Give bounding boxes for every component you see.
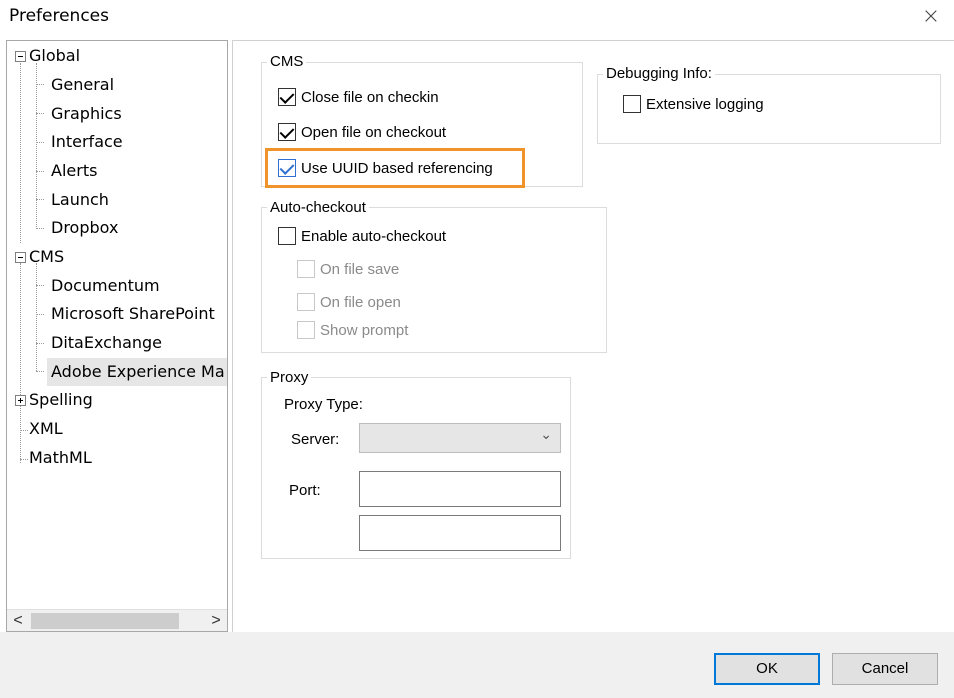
show-prompt-label: Show prompt <box>320 321 409 339</box>
title-bar: Preferences × <box>0 0 954 36</box>
uuid-referencing-option[interactable]: Use UUID based referencing <box>278 157 493 179</box>
close-icon[interactable]: × <box>920 6 942 28</box>
port-label: Port: <box>289 482 321 499</box>
tree-connector <box>36 171 44 172</box>
tree-connector <box>36 343 44 344</box>
dialog-button-bar: OK Cancel <box>0 632 954 698</box>
tree-connector <box>36 84 44 85</box>
tree-connector <box>36 285 44 286</box>
tree-item-alerts[interactable]: Alerts <box>51 157 97 185</box>
uuid-referencing-label: Use UUID based referencing <box>301 159 493 177</box>
uuid-referencing-checkbox[interactable] <box>278 159 296 177</box>
tree-item-mathml[interactable]: MathML <box>29 444 92 472</box>
open-on-checkout-checkbox[interactable] <box>278 123 296 141</box>
proxy-extra-input[interactable] <box>359 515 561 551</box>
extensive-logging-label: Extensive logging <box>646 95 764 113</box>
tree-item-sharepoint[interactable]: Microsoft SharePoint <box>51 300 215 328</box>
debug-group-title: Debugging Info: <box>603 65 715 82</box>
port-input[interactable] <box>359 471 561 507</box>
tree-item-adobe-experience-manager[interactable]: Adobe Experience Ma <box>47 358 227 386</box>
tree-item-general[interactable]: General <box>51 71 114 99</box>
horizontal-scrollbar[interactable]: < > <box>7 609 227 631</box>
open-on-checkout-option[interactable]: Open file on checkout <box>278 121 446 143</box>
show-prompt-checkbox[interactable] <box>297 321 315 339</box>
expand-icon[interactable] <box>15 395 26 406</box>
tree-connector <box>36 199 44 200</box>
tree-item-dropbox[interactable]: Dropbox <box>51 214 118 242</box>
tree-connector <box>36 63 37 229</box>
show-prompt-option[interactable]: Show prompt <box>297 319 408 341</box>
on-file-open-label: On file open <box>320 293 401 311</box>
enable-autocheckout-checkbox[interactable] <box>278 227 296 245</box>
server-label: Server: <box>291 431 340 448</box>
tree-item-xml[interactable]: XML <box>29 415 63 443</box>
tree-connector <box>36 228 44 229</box>
tree-connector <box>36 371 44 372</box>
tree-item-cms[interactable]: CMS <box>29 243 64 271</box>
extensive-logging-checkbox[interactable] <box>623 95 641 113</box>
tree-connector <box>36 263 37 371</box>
tree-item-ditaexchange[interactable]: DitaExchange <box>51 329 162 357</box>
settings-panel: CMS Close file on checkin Open file on c… <box>232 40 954 632</box>
on-file-save-checkbox[interactable] <box>297 260 315 278</box>
enable-autocheckout-option[interactable]: Enable auto-checkout <box>278 225 446 247</box>
tree-connector <box>36 142 44 143</box>
tree-connector <box>20 263 21 463</box>
scrollbar-thumb[interactable] <box>31 613 179 629</box>
tree-item-graphics[interactable]: Graphics <box>51 100 122 128</box>
tree-item-global[interactable]: Global <box>29 42 80 70</box>
server-select[interactable]: ⌄ <box>359 423 561 453</box>
cms-group-title: CMS <box>267 53 307 70</box>
tree-item-documentum[interactable]: Documentum <box>51 272 160 300</box>
chevron-down-icon: ⌄ <box>540 426 552 442</box>
close-on-checkin-option[interactable]: Close file on checkin <box>278 86 439 108</box>
scroll-right-icon[interactable]: > <box>205 610 227 631</box>
extensive-logging-option[interactable]: Extensive logging <box>623 93 764 115</box>
on-file-save-option[interactable]: On file save <box>297 258 399 280</box>
tree-item-interface[interactable]: Interface <box>51 128 123 156</box>
open-on-checkout-label: Open file on checkout <box>301 123 447 141</box>
cancel-button[interactable]: Cancel <box>832 653 938 685</box>
tree-connector <box>36 113 44 114</box>
tree-connector <box>20 430 28 431</box>
proxy-group-title: Proxy <box>267 369 312 386</box>
on-file-open-checkbox[interactable] <box>297 293 315 311</box>
on-file-save-label: On file save <box>320 260 400 278</box>
proxy-type-label: Proxy Type: <box>284 396 363 413</box>
tree-connector <box>20 459 28 460</box>
tree-connector <box>36 314 44 315</box>
scroll-left-icon[interactable]: < <box>7 610 29 631</box>
collapse-icon[interactable] <box>15 252 26 263</box>
collapse-icon[interactable] <box>15 51 26 62</box>
preferences-tree[interactable]: Global General Graphics Interface Alerts… <box>6 40 228 632</box>
autocheckout-group-title: Auto-checkout <box>267 199 369 216</box>
tree-item-launch[interactable]: Launch <box>51 186 109 214</box>
close-on-checkin-label: Close file on checkin <box>301 88 439 106</box>
tree-item-spelling[interactable]: Spelling <box>29 386 93 414</box>
tree-connector <box>20 63 21 243</box>
on-file-open-option[interactable]: On file open <box>297 291 401 313</box>
close-on-checkin-checkbox[interactable] <box>278 88 296 106</box>
window-title: Preferences <box>9 6 109 26</box>
ok-button[interactable]: OK <box>714 653 820 685</box>
enable-autocheckout-label: Enable auto-checkout <box>301 227 447 245</box>
